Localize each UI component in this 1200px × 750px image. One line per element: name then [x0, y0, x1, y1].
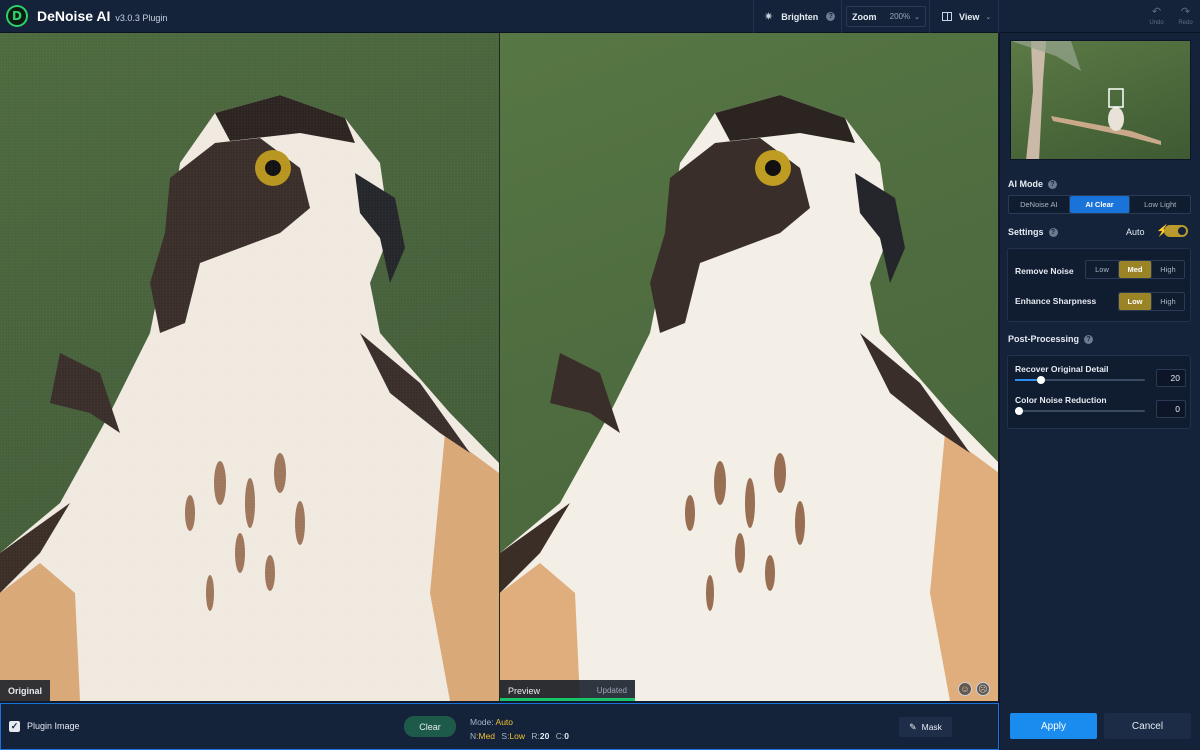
- view-label: View: [959, 11, 980, 22]
- ai-mode-low-light[interactable]: Low Light: [1130, 196, 1190, 213]
- preview-label: Preview: [508, 685, 541, 696]
- mask-button[interactable]: ✎ Mask: [899, 717, 952, 737]
- color-noise-label: Color Noise Reduction: [1015, 395, 1107, 405]
- brush-icon: ✎: [909, 721, 917, 732]
- remove-noise-selector: Low Med High: [1085, 260, 1185, 279]
- original-image-pane[interactable]: Original: [0, 33, 499, 701]
- clear-button[interactable]: Clear: [404, 716, 456, 737]
- s-value: Low: [509, 731, 526, 741]
- sharpness-high[interactable]: High: [1152, 293, 1184, 310]
- auto-label: Auto: [1126, 227, 1145, 237]
- osprey-image-preview: [500, 95, 998, 701]
- mask-label: Mask: [921, 722, 942, 732]
- bottom-status-bar: ✓ Plugin Image Clear Mode: Auto N:Med S:…: [0, 703, 999, 750]
- ai-mode-title: AI Mode ?: [1008, 179, 1057, 189]
- undo-redo-group: ↶ Undo ↷ Redo: [1142, 0, 1200, 33]
- toggle-knob: [1178, 227, 1186, 235]
- mode-value: Auto: [495, 717, 514, 727]
- face-smile-icon[interactable]: ☺: [958, 682, 972, 696]
- split-view-icon: [942, 12, 952, 21]
- redo-icon: ↷: [1180, 6, 1191, 18]
- c-value: 0: [564, 731, 569, 741]
- n-value: Med: [478, 731, 496, 741]
- navigator-image: [1011, 41, 1161, 159]
- remove-noise-med[interactable]: Med: [1119, 261, 1152, 278]
- ai-mode-denoise-ai[interactable]: DeNoise AI: [1009, 196, 1070, 213]
- slider-thumb[interactable]: [1015, 407, 1023, 415]
- n-label: N:: [470, 731, 479, 741]
- undo-icon: ↶: [1151, 6, 1162, 18]
- preview-image-pane[interactable]: Preview Updated ☺ ☹: [499, 33, 998, 701]
- recover-detail-input[interactable]: 20: [1156, 369, 1186, 387]
- redo-label: Redo: [1178, 20, 1193, 26]
- app-logo-icon: D: [6, 5, 28, 27]
- app-window: D DeNoise AI v3.0.3 Plugin ✷ Brighten ? …: [0, 0, 1200, 750]
- post-processing-title: Post-Processing ?: [1008, 334, 1094, 344]
- undo-label: Undo: [1149, 20, 1164, 26]
- ai-mode-ai-clear[interactable]: AI Clear: [1069, 196, 1131, 213]
- remove-noise-low[interactable]: Low: [1086, 261, 1119, 278]
- auto-toggle[interactable]: [1164, 225, 1188, 237]
- zoom-label: Zoom: [852, 11, 877, 22]
- apply-button[interactable]: Apply: [1010, 713, 1097, 739]
- remove-noise-high[interactable]: High: [1152, 261, 1184, 278]
- slider-thumb[interactable]: [1037, 376, 1045, 384]
- app-version: v3.0.3 Plugin: [115, 12, 168, 23]
- face-neutral-icon[interactable]: ☹: [976, 682, 990, 696]
- post-processing-card: Recover Original Detail 20 Color Noise R…: [1007, 355, 1191, 429]
- enhance-sharpness-selector: Low High: [1118, 292, 1185, 311]
- recover-detail-slider[interactable]: [1015, 376, 1145, 384]
- r-value: 20: [539, 731, 550, 741]
- chevron-down-icon: ⌄: [985, 13, 992, 21]
- sharpness-low[interactable]: Low: [1119, 293, 1152, 310]
- plugin-image-label: Plugin Image: [27, 721, 80, 731]
- redo-button[interactable]: ↷ Redo: [1171, 0, 1200, 33]
- color-noise-input[interactable]: 0: [1156, 400, 1186, 418]
- zoom-value: 200%: [889, 12, 911, 21]
- enhance-sharpness-label: Enhance Sharpness: [1015, 296, 1097, 306]
- ai-mode-selector: DeNoise AI AI Clear Low Light: [1008, 195, 1191, 214]
- noise-overlay: [0, 33, 499, 701]
- preview-status: Updated: [596, 686, 627, 695]
- zoom-control: Zoom 200% ⌄: [841, 0, 929, 33]
- help-icon[interactable]: ?: [1048, 179, 1057, 189]
- c-label: C:: [555, 731, 565, 741]
- brighten-label: Brighten: [781, 11, 819, 22]
- sun-icon: ✷: [764, 11, 774, 23]
- r-label: R:: [531, 731, 540, 741]
- recover-detail-label: Recover Original Detail: [1015, 364, 1109, 374]
- help-icon[interactable]: ?: [826, 12, 836, 21]
- view-menu-button[interactable]: View ⌄: [929, 0, 999, 33]
- brighten-button[interactable]: ✷ Brighten ?: [753, 0, 841, 33]
- mode-summary: Mode: Auto N:Med S:Low R:20 C:0: [470, 715, 569, 743]
- color-noise-slider[interactable]: [1015, 407, 1145, 415]
- top-toolbar: D DeNoise AI v3.0.3 Plugin ✷ Brighten ? …: [0, 0, 1200, 33]
- settings-card: Remove Noise Low Med High Enhance Sharpn…: [1007, 248, 1191, 322]
- preview-progress-bar: [500, 698, 635, 701]
- chevron-down-icon: ⌄: [914, 13, 920, 21]
- zoom-select[interactable]: Zoom 200% ⌄: [846, 6, 926, 27]
- undo-button[interactable]: ↶ Undo: [1142, 0, 1171, 33]
- face-buttons: ☺ ☹: [958, 682, 990, 696]
- settings-sidebar: AI Mode ? DeNoise AI AI Clear Low Light …: [999, 33, 1200, 750]
- help-icon[interactable]: ?: [1048, 227, 1058, 237]
- help-icon[interactable]: ?: [1084, 334, 1094, 344]
- settings-title: Settings ?: [1008, 227, 1058, 237]
- original-label: Original: [0, 680, 51, 701]
- cancel-button[interactable]: Cancel: [1104, 713, 1191, 739]
- navigator-thumbnail[interactable]: [1010, 40, 1191, 160]
- app-title: DeNoise AI: [37, 8, 111, 24]
- plugin-image-checkbox[interactable]: ✓: [9, 721, 20, 732]
- remove-noise-label: Remove Noise: [1015, 266, 1074, 276]
- mode-prefix: Mode:: [470, 717, 494, 727]
